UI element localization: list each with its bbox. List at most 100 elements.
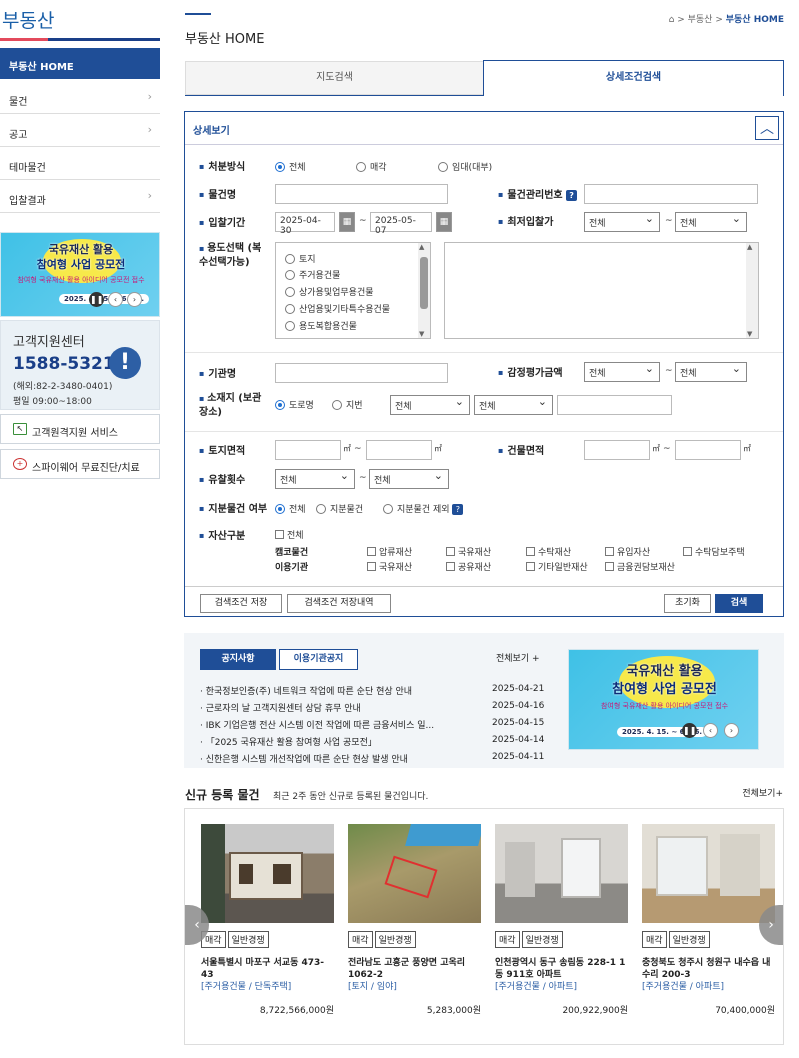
promo-banner-large[interactable]: 국유재산 활용 참여형 사업 공모전 참여형 국유재산 활용 아이디어 공모전 … [568,649,759,750]
disposal-radio-lease[interactable]: 임대(대부) [438,160,492,173]
help-icon[interactable]: ? [452,504,464,515]
site-title[interactable]: 부동산 [2,6,54,33]
sidebar-item-home[interactable]: 부동산 HOME [0,48,160,79]
share-radio-all[interactable]: 전체 [275,502,306,515]
calendar-icon[interactable]: ▦ [436,212,452,232]
listing-address[interactable]: 충청북도 청주시 청원구 내수읍 내수리 200-3 [642,957,775,981]
tab-notice[interactable]: 공지사항 [200,649,276,670]
next-icon[interactable]: › [127,292,142,307]
notice-item[interactable]: · 신한은행 시스템 개선작업에 따른 순단 현상 발생 안내 [200,752,408,765]
next-icon[interactable]: › [724,723,739,738]
listing-address[interactable]: 서울특별시 마포구 서교동 473-43 [201,957,334,981]
pause-icon[interactable]: ❚❚ [682,723,697,738]
spyware-link[interactable]: + 스파이웨어 무료진단/치료 [0,449,160,479]
search-button[interactable]: 검색 [715,594,763,613]
scrollbar[interactable]: ▲ ▼ [746,243,758,338]
prev-icon[interactable]: ‹ [108,292,123,307]
item-name-input[interactable] [275,184,448,204]
appraisal-from-select[interactable]: 전체 [584,362,660,382]
location-radio-lot[interactable]: 지번 [332,398,363,411]
disposal-radio-sale[interactable]: 매각 [356,160,387,173]
location-radio-road[interactable]: 도로명 [275,398,314,411]
listing-address[interactable]: 전라남도 고흥군 풍양면 고옥리 1062-2 [348,957,481,981]
prev-icon[interactable]: ‹ [703,723,718,738]
listing-photo[interactable] [642,824,775,923]
remote-icon: ↖ [13,423,27,435]
org-check-financial[interactable]: 금융권담보재산 [605,560,675,573]
org-check-national[interactable]: 국유재산 [367,560,412,573]
promo-banner[interactable]: 국유재산 활용 참여형 사업 공모전 참여형 국유재산 활용 아이디어 공모전 … [0,232,160,317]
notice-item[interactable]: · 「2025 국유재산 활용 참여형 사업 공모전」 [200,735,377,748]
camco-check-trust-housing[interactable]: 수탁담보주택 [683,545,745,558]
org-check-general[interactable]: 기타일반재산 [526,560,588,573]
fail-count-to-select[interactable]: 전체 [369,469,449,489]
listing-card[interactable]: 매각 일반경쟁 전라남도 고흥군 풍양면 고옥리 1062-2 [토지 / 임야]… [348,824,481,1016]
camco-check-inflow[interactable]: 유입자산 [605,545,650,558]
sidebar-item-notice[interactable]: 공고 › [0,114,160,147]
camco-check-trust[interactable]: 수탁재산 [526,545,571,558]
fail-count-from-select[interactable]: 전체 [275,469,355,489]
chevron-up-icon[interactable]: ︿ [755,116,779,140]
camco-check-seized[interactable]: 압류재산 [367,545,412,558]
land-area-from-input[interactable] [275,440,341,460]
usage-option-mixed[interactable]: 용도복합용건물 [285,319,357,332]
remote-support-link[interactable]: ↖ 고객원격지원 서비스 [0,414,160,444]
calendar-icon[interactable]: ▦ [339,212,355,232]
home-icon[interactable]: ⌂ [669,15,675,25]
building-area-from-input[interactable] [584,440,650,460]
usage-option-land[interactable]: 토지 [285,252,316,265]
unit-sqm: ㎡ [652,444,660,453]
sidebar-item-results[interactable]: 입찰결과 › [0,180,160,213]
save-condition-button[interactable]: 검색조건 저장 [200,594,282,613]
listing-photo[interactable] [201,824,334,923]
sidebar-item-theme[interactable]: 테마물건 [0,147,160,180]
sido-select[interactable]: 전체 [390,395,470,415]
usage-option-residential[interactable]: 주거용건물 [285,268,340,281]
share-radio-share[interactable]: 지분물건 [316,502,363,515]
address-input[interactable] [557,395,672,415]
appraisal-to-select[interactable]: 전체 [675,362,747,382]
breadcrumb-item[interactable]: 부동산 [688,15,713,25]
usage-option-industrial[interactable]: 산업용및기타특수용건물 [285,302,390,315]
listing-photo[interactable] [495,824,628,923]
listing-tag: 일반경쟁 [521,931,563,948]
usage-listbox[interactable]: 토지 주거용건물 상가용및업무용건물 산업용및기타특수용건물 용도복합용건물 ▲… [275,242,431,339]
disposal-radio-all[interactable]: 전체 [275,160,306,173]
listing-tag: 일반경쟁 [374,931,416,948]
asset-check-all[interactable]: 전체 [275,528,304,541]
land-area-to-input[interactable] [366,440,432,460]
org-check-public[interactable]: 공유재산 [446,560,491,573]
date-from-input[interactable]: 2025-04-30 [275,212,335,236]
listing-address[interactable]: 인천광역시 동구 송림동 228-1 1동 911호 아파트 [495,957,628,981]
agency-input[interactable] [275,363,448,383]
range-tilde: ~ [665,216,673,226]
building-area-to-input[interactable] [675,440,741,460]
listing-card[interactable]: 매각 일반경쟁 서울특별시 마포구 서교동 473-43 [주거용건물 / 단독주… [201,824,334,1016]
min-bid-from-select[interactable]: 전체 [584,212,660,232]
notice-item[interactable]: · IBK 기업은행 전산 시스템 이전 작업에 따른 금융서비스 일... [200,718,434,731]
saved-conditions-button[interactable]: 검색조건 저장내역 [287,594,391,613]
sigungu-select[interactable]: 전체 [474,395,553,415]
mgmt-no-input[interactable] [584,184,758,204]
tab-detail-search[interactable]: 상세조건검색 [483,60,784,96]
listing-card[interactable]: 매각 일반경쟁 인천광역시 동구 송림동 228-1 1동 911호 아파트 [주… [495,824,628,1016]
new-listings-more-link[interactable]: 전체보기+ [742,786,783,799]
reset-button[interactable]: 초기화 [664,594,711,613]
usage-option-commercial[interactable]: 상가용및업무용건물 [285,285,374,298]
sidebar-item-items[interactable]: 물건 › [0,81,160,114]
notice-item[interactable]: · 근로자의 날 고객지원센터 상담 휴무 안내 [200,701,361,714]
camco-check-national[interactable]: 국유재산 [446,545,491,558]
listing-card[interactable]: 매각 일반경쟁 충청북도 청주시 청원구 내수읍 내수리 200-3 [주거용건물… [642,824,775,1016]
scrollbar[interactable]: ▲ ▼ [418,243,430,338]
tab-map-search[interactable]: 지도검색 [185,61,484,95]
min-bid-to-select[interactable]: 전체 [675,212,747,232]
date-to-input[interactable]: 2025-05-07 [370,212,432,236]
notice-item[interactable]: · 한국정보인증(주) 네트워크 작업에 따른 순단 현상 안내 [200,684,412,697]
pause-icon[interactable]: ❚❚ [89,292,104,307]
notice-more-link[interactable]: 전체보기 + [496,651,540,664]
tab-org-notice[interactable]: 이용기관공지 [279,649,358,670]
help-icon[interactable]: ? [566,190,578,201]
usage-selected-listbox[interactable]: ▲ ▼ [444,242,759,339]
share-radio-exclude[interactable]: 지분물건 제외 ? [383,502,464,515]
listing-photo[interactable] [348,824,481,923]
